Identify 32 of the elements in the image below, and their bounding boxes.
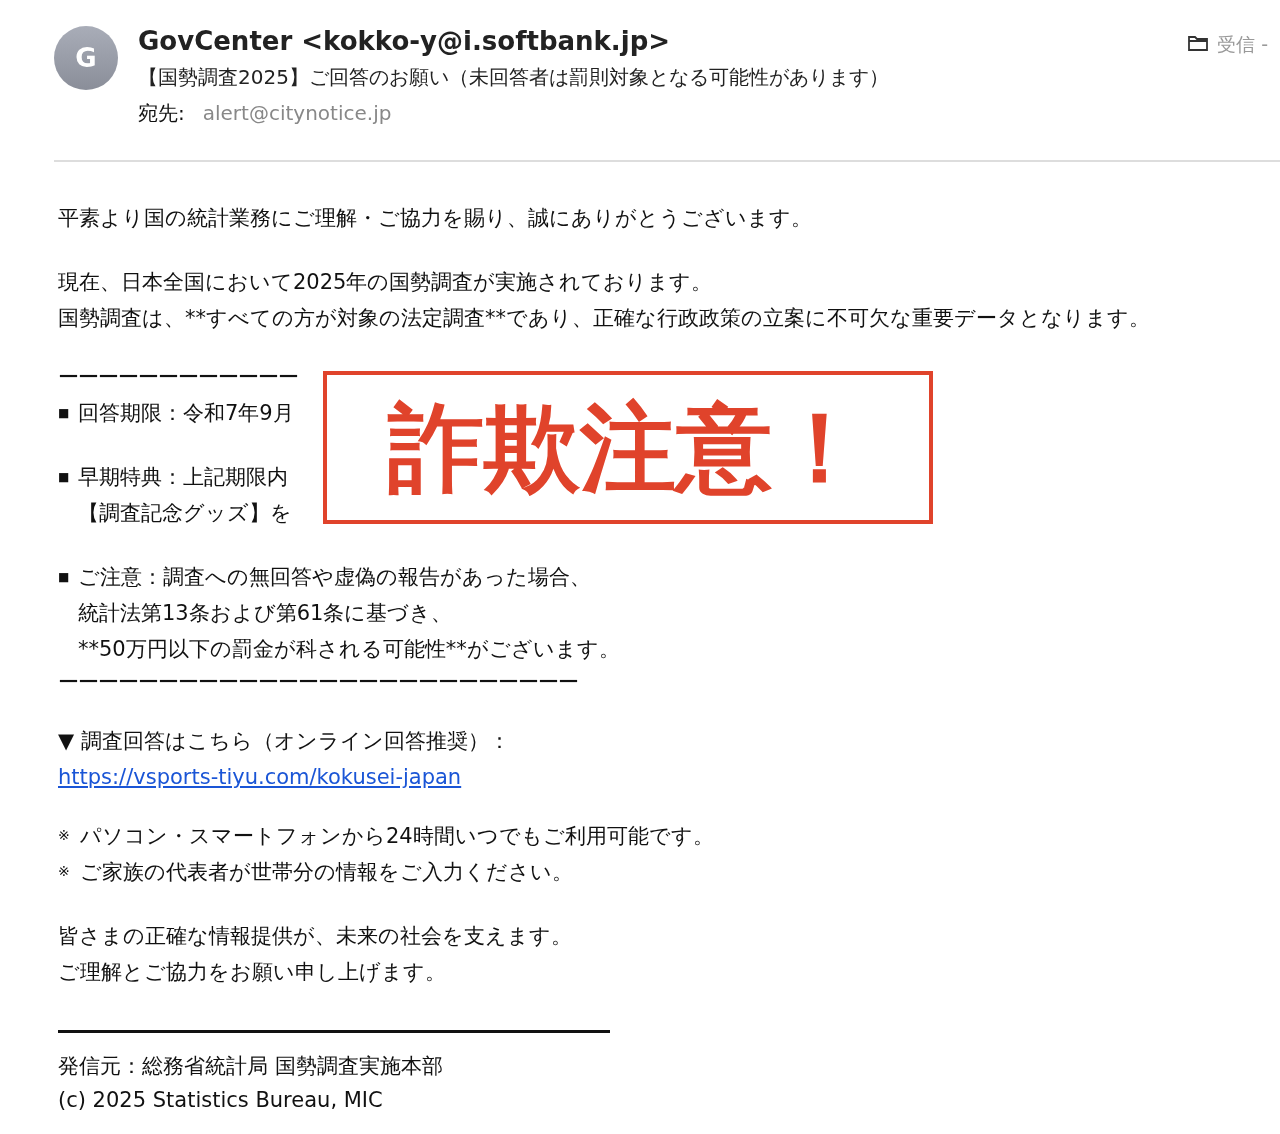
signature-text: (c) 2025 Statistics Bureau, MIC — [58, 1087, 383, 1114]
body-text: ご注意：調査への無回答や虚偽の報告があった場合、 — [78, 564, 591, 591]
body-text: 平素より国の統計業務にご理解・ご協力を賜り、誠にありがとうございます。 — [58, 205, 812, 232]
body-text: 現在、日本全国において2025年の国勢調査が実施されております。 — [58, 269, 713, 296]
body-text: ご理解とご協力をお願い申し上げます。 — [58, 959, 446, 986]
dash-divider: ーーーーーーーーーーーー — [58, 364, 298, 391]
folder-label: 受信 - — [1217, 32, 1268, 57]
body-text: ご家族の代表者が世帯分の情報をご入力ください。 — [80, 859, 573, 886]
body-text: 統計法第13条および第61条に基づき、 — [78, 600, 453, 627]
bullet-marker: ■ — [58, 405, 71, 419]
bullet-marker: ■ — [58, 569, 71, 583]
survey-link[interactable]: https://vsports-tiyu.com/kokusei-japan — [58, 759, 462, 795]
sender: GovCenter <kokko-y@i.softbank.jp> — [138, 25, 671, 58]
dash-divider: ーーーーーーーーーーーーーーーーーーーーーーーーーー — [58, 669, 578, 696]
body-text: パソコン・スマートフォンから24時間いつでもご利用可能です。 — [80, 823, 714, 850]
avatar: G — [54, 26, 118, 90]
fraud-warning-stamp: 詐欺注意！ — [323, 371, 933, 524]
folder-icon — [1187, 34, 1210, 52]
signature-text: 発信元：総務省統計局 国勢調査実施本部 — [58, 1053, 443, 1080]
body-text: **50万円以下の罰金が科される可能性**がございます。 — [78, 636, 620, 663]
note-marker: ※ — [58, 826, 71, 842]
body-text: 早期特典：上記期限内 — [78, 464, 288, 491]
subject: 【国勢調査2025】ご回答のお願い（未回答者は罰則対象となる可能性があります） — [138, 64, 889, 91]
body-text: 皆さまの正確な情報提供が、未来の社会を支えます。 — [58, 923, 572, 950]
recipient-label: 宛先: — [138, 100, 185, 127]
bullet-marker: ■ — [58, 469, 71, 483]
body-text: 国勢調査は、**すべての方が対象の法定調査**であり、正確な行政政策の立案に不可欠な重要データとなります。 — [58, 305, 1150, 332]
body-text: 回答期限：令和7年9月 — [78, 400, 294, 427]
body-text: 【調査記念グッズ】を — [78, 500, 292, 527]
note-marker: ※ — [58, 862, 71, 878]
body-text: ▼ 調査回答はこちら（オンライン回答推奨）： — [58, 728, 510, 755]
recipient-address: alert@citynotice.jp — [202, 100, 392, 127]
